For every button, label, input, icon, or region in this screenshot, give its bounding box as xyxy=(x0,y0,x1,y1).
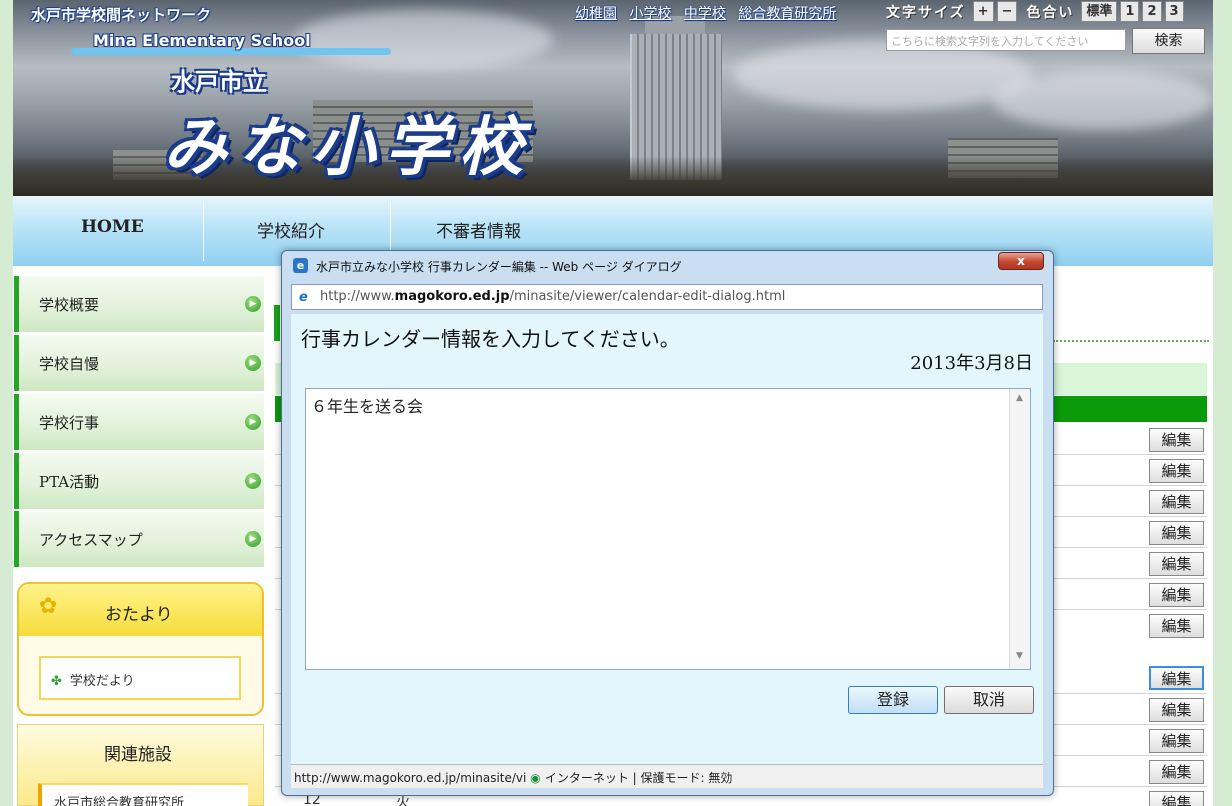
color-1-button[interactable]: 1 xyxy=(1120,1,1140,22)
newsletter-header: ✿ おたより xyxy=(19,584,262,636)
clover-icon: ✤ xyxy=(51,674,62,689)
sidebar-item-label: 学校自慢 xyxy=(39,355,100,373)
school-newsletter-label: 学校だより xyxy=(69,674,135,689)
banner-cloud xyxy=(993,70,1213,130)
search-button[interactable]: 検索 xyxy=(1132,28,1205,54)
school-name-en: Mina Elementary School xyxy=(93,31,311,50)
related-facility-link[interactable]: 水戸市総合教育研究所 xyxy=(38,783,248,806)
nav-home[interactable]: HOME xyxy=(81,217,144,237)
edit-button-focused[interactable]: 編集 xyxy=(1149,666,1204,690)
network-title[interactable]: 水戸市学校間ネットワーク xyxy=(31,4,211,25)
scroll-down-icon: ▼ xyxy=(1016,651,1023,661)
color-3-button[interactable]: 3 xyxy=(1164,1,1184,22)
school-name-jp: みな小学校 xyxy=(163,111,533,185)
nav-suspicious-info[interactable]: 不審者情報 xyxy=(436,217,521,242)
edit-button[interactable]: 編集 xyxy=(1149,614,1204,638)
edit-button[interactable]: 編集 xyxy=(1149,791,1204,806)
status-zone: インターネット | 保護モード: 無効 xyxy=(544,771,733,785)
edit-button[interactable]: 編集 xyxy=(1149,521,1204,545)
dialog-status-bar: http://www.magokoro.ed.jp/minasite/vi ◉ … xyxy=(291,764,1043,788)
font-size-plus-button[interactable]: + xyxy=(972,1,994,22)
sidebar-item-label: 学校行事 xyxy=(39,414,100,432)
school-newsletter-link[interactable]: ✤ 学校だより xyxy=(39,656,241,700)
edit-button[interactable]: 編集 xyxy=(1149,552,1204,576)
font-size-label: 文字サイズ xyxy=(886,4,966,21)
sidebar-item-pta[interactable]: PTA活動 ▶ xyxy=(14,453,264,509)
edit-button[interactable]: 編集 xyxy=(1149,490,1204,514)
status-url: http://www.magokoro.ed.jp/minasite/vi xyxy=(294,771,527,785)
sidebar-item-label: 学校概要 xyxy=(39,296,100,314)
url-prefix: http://www. xyxy=(320,289,395,304)
edit-button[interactable]: 編集 xyxy=(1149,583,1204,607)
color-standard-button[interactable]: 標準 xyxy=(1081,1,1118,22)
sidebar-item-access-map[interactable]: アクセスマップ ▶ xyxy=(14,511,264,567)
sidebar-item-events[interactable]: 学校行事 ▶ xyxy=(14,394,264,450)
banner-cloud xyxy=(293,10,553,70)
font-color-controls: 文字サイズ + − 色合い 標準 1 2 3 xyxy=(886,1,1184,22)
sidebar-item-label: アクセスマップ xyxy=(39,531,143,549)
edit-button[interactable]: 編集 xyxy=(1149,459,1204,483)
edit-button[interactable]: 編集 xyxy=(1149,698,1204,722)
arrow-right-icon: ▶ xyxy=(245,296,261,312)
dialog-prompt: 行事カレンダー情報を入力してください。 xyxy=(301,327,680,351)
arrow-right-icon: ▶ xyxy=(245,531,261,547)
cancel-button[interactable]: 取消 xyxy=(944,686,1034,714)
ie-icon: e xyxy=(293,258,308,273)
arrow-right-icon: ▶ xyxy=(245,473,261,489)
nav-school-intro[interactable]: 学校紹介 xyxy=(257,217,325,242)
close-button[interactable]: x xyxy=(998,252,1044,270)
sidebar-item-label: PTA活動 xyxy=(39,473,100,491)
arrow-right-icon: ▶ xyxy=(245,414,261,430)
textarea-scrollbar[interactable]: ▲ ▼ xyxy=(1009,389,1030,669)
header-banner: 水戸市学校間ネットワーク Mina Elementary School 水戸市立… xyxy=(13,0,1213,196)
dialog-address-bar: e http://www.magokoro.ed.jp/minasite/view… xyxy=(291,284,1043,310)
related-facilities-box: 関連施設 水戸市総合教育研究所 xyxy=(17,724,264,806)
main-heading-bar xyxy=(274,305,280,341)
color-2-button[interactable]: 2 xyxy=(1142,1,1162,22)
school-type-links: 幼稚園 小学校 中学校 総合教育研究所 xyxy=(575,3,844,23)
font-size-minus-button[interactable]: − xyxy=(996,1,1018,22)
color-label: 色合い xyxy=(1026,4,1075,21)
link-kindergarten[interactable]: 幼稚園 xyxy=(575,6,617,22)
newsletter-box: ✿ おたより ✤ 学校だより xyxy=(17,582,264,716)
sidebar-item-pride[interactable]: 学校自慢 ▶ xyxy=(14,335,264,391)
related-facilities-title: 関連施設 xyxy=(104,745,172,765)
scroll-up-icon: ▲ xyxy=(1016,393,1023,403)
arrow-right-icon: ▶ xyxy=(245,355,261,371)
school-prefecture: 水戸市立 xyxy=(171,68,267,96)
sidebar-item-overview[interactable]: 学校概要 ▶ xyxy=(14,276,264,332)
search-input[interactable]: こちらに検索文字列を入力してください xyxy=(886,29,1126,51)
edit-button[interactable]: 編集 xyxy=(1149,428,1204,452)
link-junior-high[interactable]: 中学校 xyxy=(684,6,726,22)
link-education-institute[interactable]: 総合教育研究所 xyxy=(738,6,836,22)
nav-divider xyxy=(203,201,204,261)
register-button[interactable]: 登録 xyxy=(848,686,938,714)
calendar-edit-dialog: e 水戸市立みな小学校 行事カレンダー編集 -- Web ページ ダイアログ x… xyxy=(281,250,1054,796)
link-elementary[interactable]: 小学校 xyxy=(629,6,671,22)
dialog-content: 行事カレンダー情報を入力してください。 2013年3月8日 ６年生を送る会 ▲ … xyxy=(291,314,1043,764)
url-path: /minasite/viewer/calendar-edit-dialog.ht… xyxy=(509,289,786,304)
flower-icon: ✿ xyxy=(39,594,58,619)
edit-button[interactable]: 編集 xyxy=(1149,760,1204,784)
url-domain: magokoro.ed.jp xyxy=(394,289,510,304)
ie-page-icon: e xyxy=(299,290,308,305)
dialog-title: 水戸市立みな小学校 行事カレンダー編集 -- Web ページ ダイアログ xyxy=(316,260,682,274)
edit-button[interactable]: 編集 xyxy=(1149,729,1204,753)
event-text-field[interactable]: ６年生を送る会 xyxy=(305,388,1031,670)
globe-icon: ◉ xyxy=(530,771,545,785)
dialog-date: 2013年3月8日 xyxy=(910,353,1033,374)
newsletter-title: おたより xyxy=(105,605,173,625)
main-dotted-divider xyxy=(1053,340,1209,342)
